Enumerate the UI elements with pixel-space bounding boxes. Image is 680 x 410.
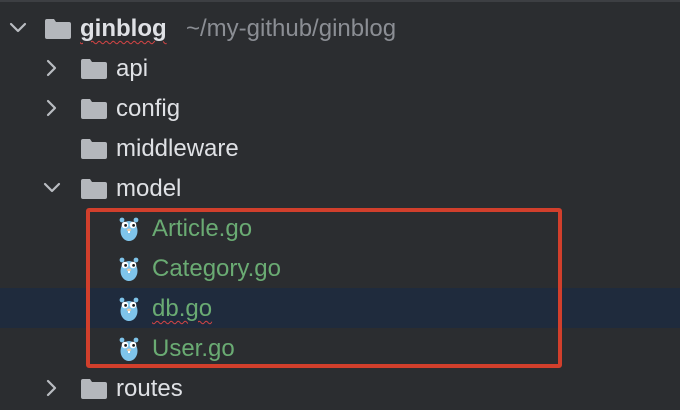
project-tree: ginblog ~/my-github/ginblog api config m…	[0, 8, 680, 408]
chevron-right-icon[interactable]	[40, 376, 64, 400]
tree-item-ginblog[interactable]: ginblog ~/my-github/ginblog	[0, 8, 680, 48]
tree-item-config[interactable]: config	[0, 88, 680, 128]
folder-icon	[80, 378, 108, 400]
tree-item-article-go[interactable]: Article.go	[0, 208, 680, 248]
folder-icon	[80, 178, 108, 200]
file-label-category-go: Category.go	[152, 255, 281, 282]
tree-item-routes[interactable]: routes	[0, 368, 680, 408]
folder-label-routes: routes	[116, 375, 183, 402]
go-gopher-icon	[118, 336, 140, 362]
folder-label-config: config	[116, 95, 181, 122]
tree-item-middleware[interactable]: middleware	[0, 128, 680, 168]
project-root-name: ginblog	[80, 15, 167, 42]
folder-label-model: model	[116, 175, 182, 202]
tree-item-user-go[interactable]: User.go	[0, 328, 680, 368]
file-label-user-go: User.go	[152, 335, 235, 362]
chevron-down-icon[interactable]	[40, 176, 64, 200]
tree-item-category-go[interactable]: Category.go	[0, 248, 680, 288]
folder-icon	[80, 138, 108, 160]
chevron-down-icon[interactable]	[6, 16, 30, 40]
chevron-right-icon[interactable]	[40, 96, 64, 120]
chevron-right-icon[interactable]	[40, 56, 64, 80]
go-gopher-icon	[118, 216, 140, 242]
project-root-path: ~/my-github/ginblog	[186, 15, 397, 42]
file-label-article-go: Article.go	[152, 215, 253, 242]
folder-icon	[80, 98, 108, 120]
file-label-db-go: db.go	[152, 295, 213, 322]
folder-label-api: api	[116, 55, 149, 82]
go-gopher-icon	[118, 256, 140, 282]
folder-icon	[80, 58, 108, 80]
folder-icon	[44, 18, 72, 40]
tree-item-api[interactable]: api	[0, 48, 680, 88]
top-divider	[0, 0, 680, 2]
go-gopher-icon	[118, 296, 140, 322]
tree-item-db-go[interactable]: db.go	[0, 288, 680, 328]
tree-item-model[interactable]: model	[0, 168, 680, 208]
folder-label-middleware: middleware	[116, 135, 239, 162]
